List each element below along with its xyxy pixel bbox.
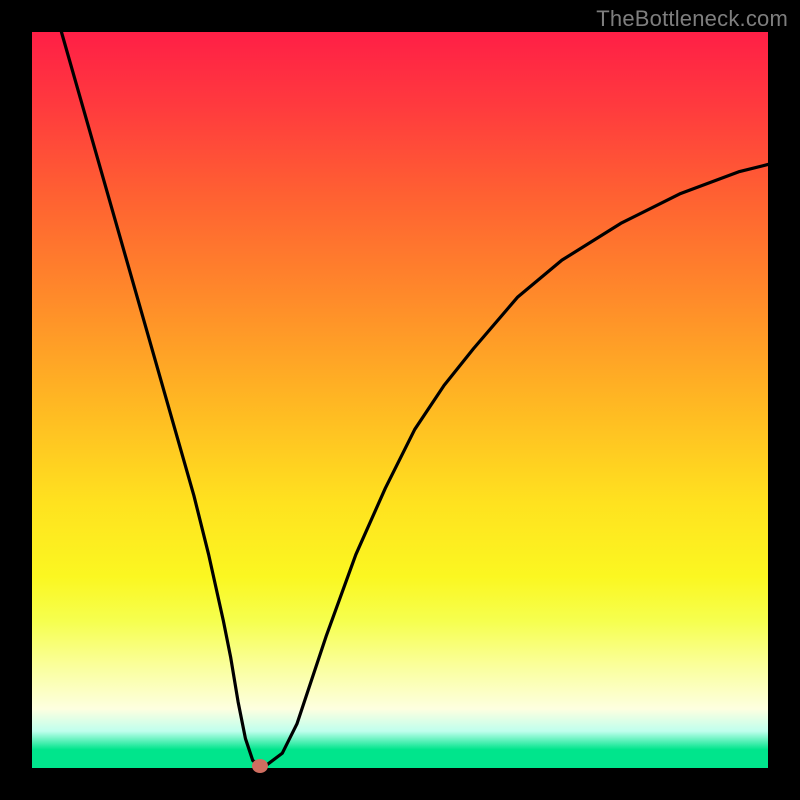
- watermark-text: TheBottleneck.com: [596, 6, 788, 32]
- plot-area: [32, 32, 768, 768]
- chart-frame: TheBottleneck.com: [0, 0, 800, 800]
- bottleneck-curve: [61, 32, 768, 764]
- optimal-point-marker: [252, 759, 268, 773]
- curve-svg: [32, 32, 768, 768]
